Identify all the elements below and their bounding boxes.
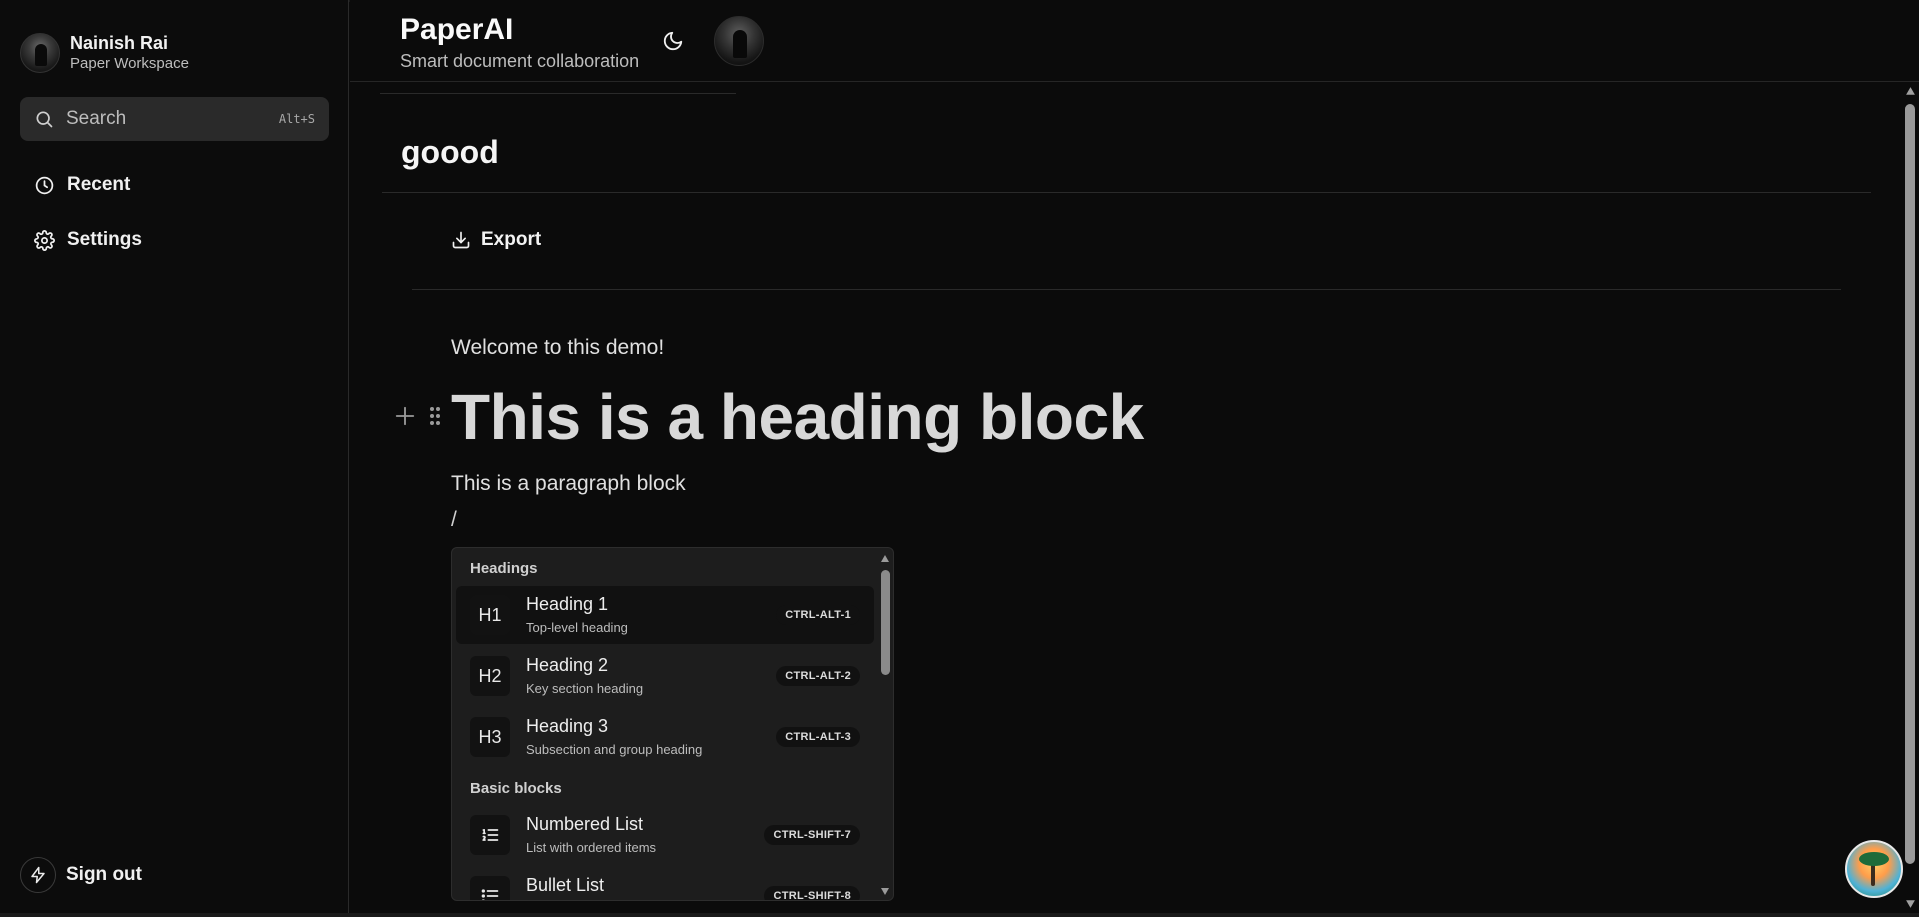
header-divider — [380, 93, 736, 94]
search-icon — [36, 111, 53, 128]
menu-item-title: Numbered List — [526, 814, 644, 834]
bullet-list-icon — [470, 876, 510, 900]
title-divider — [382, 192, 1871, 193]
user-name: Nainish Rai — [70, 33, 169, 53]
download-icon — [452, 231, 470, 249]
menu-item-numbered-list[interactable]: Numbered List List with ordered items CT… — [456, 806, 874, 864]
menu-item-shortcut: CTRL-SHIFT-8 — [764, 886, 860, 900]
menu-item-heading-3[interactable]: H3 Heading 3 Subsection and group headin… — [456, 708, 874, 766]
menu-group-label: Headings — [470, 560, 538, 577]
moon-icon[interactable] — [662, 30, 684, 52]
menu-item-shortcut: CTRL-SHIFT-7 — [764, 825, 860, 845]
menu-item-title: Heading 2 — [526, 655, 609, 675]
heading-3-icon: H3 — [470, 717, 510, 757]
menu-item-shortcut: CTRL-ALT-3 — [776, 727, 860, 747]
scroll-up-arrow-icon[interactable] — [1905, 86, 1916, 97]
page-scrollbar[interactable] — [1902, 82, 1919, 913]
slash-command-input[interactable]: / — [451, 508, 457, 532]
menu-item-subtitle: List with ordered items — [526, 840, 657, 855]
profile-text: Nainish Rai Paper Workspace — [70, 32, 189, 74]
scroll-up-arrow-icon[interactable] — [880, 554, 890, 564]
page-scroll-thumb[interactable] — [1905, 104, 1915, 864]
menu-item-title: Bullet List — [526, 875, 605, 895]
paragraph-block[interactable]: Welcome to this demo! — [451, 336, 664, 360]
drag-handle-icon[interactable] — [428, 404, 442, 428]
app-header: PaperAI Smart document collaboration — [350, 0, 1919, 82]
sidebar-item-recent[interactable]: Recent — [34, 174, 130, 196]
lightning-icon — [20, 857, 56, 893]
app-subtitle: Smart document collaboration — [400, 51, 640, 71]
heading-1-icon: H1 — [470, 595, 510, 635]
header-avatar[interactable] — [714, 16, 764, 66]
paragraph-block[interactable]: This is a paragraph block — [451, 472, 686, 496]
menu-item-shortcut: CTRL-ALT-2 — [776, 666, 860, 686]
floating-assistant-avatar[interactable] — [1845, 840, 1903, 898]
window-bottom-edge — [0, 913, 1919, 917]
scroll-down-arrow-icon[interactable] — [1905, 898, 1916, 909]
sidebar: Nainish Rai Paper Workspace Search Alt+S… — [0, 0, 349, 913]
menu-item-bullet-list[interactable]: Bullet List CTRL-SHIFT-8 — [456, 867, 874, 900]
menu-item-heading-1[interactable]: H1 Heading 1 Top-level heading CTRL-ALT-… — [456, 586, 874, 644]
numbered-list-icon — [470, 815, 510, 855]
export-label: Export — [481, 229, 542, 250]
workspace-name: Paper Workspace — [70, 55, 189, 72]
export-button[interactable]: Export — [451, 229, 541, 251]
menu-scroll-thumb[interactable] — [881, 570, 890, 675]
clock-icon — [35, 176, 54, 194]
document-title[interactable]: goood — [401, 134, 499, 171]
menu-item-heading-2[interactable]: H2 Heading 2 Key section heading CTRL-AL… — [456, 647, 874, 705]
signout-label: Sign out — [66, 864, 142, 885]
sidebar-item-settings[interactable]: Settings — [34, 229, 142, 251]
heading-2-icon: H2 — [470, 656, 510, 696]
scroll-down-arrow-icon[interactable] — [880, 886, 890, 896]
sidebar-item-label: Settings — [67, 229, 142, 250]
heading-block[interactable]: This is a heading block — [451, 380, 1144, 454]
search-button[interactable]: Search Alt+S — [20, 97, 329, 141]
sidebar-item-label: Recent — [67, 174, 131, 195]
search-shortcut: Alt+S — [278, 112, 315, 126]
slash-command-menu: Headings H1 Heading 1 Top-level heading … — [451, 547, 894, 901]
menu-item-shortcut: CTRL-ALT-1 — [776, 605, 860, 625]
add-block-icon[interactable] — [394, 405, 416, 427]
menu-item-subtitle: Key section heading — [526, 681, 644, 696]
menu-group-label: Basic blocks — [470, 780, 562, 797]
menu-scrollbar[interactable] — [877, 548, 893, 900]
menu-item-title: Heading 3 — [526, 716, 609, 736]
menu-item-subtitle: Top-level heading — [526, 620, 628, 635]
user-profile[interactable]: Nainish Rai Paper Workspace — [20, 32, 189, 74]
app-title: PaperAI — [400, 13, 514, 46]
gear-icon — [34, 229, 55, 251]
toolbar-divider — [412, 289, 1841, 290]
signout-button[interactable]: Sign out — [20, 857, 142, 893]
menu-item-subtitle: Subsection and group heading — [526, 742, 703, 757]
menu-item-title: Heading 1 — [526, 594, 609, 614]
search-label: Search — [66, 108, 127, 129]
avatar — [20, 33, 60, 73]
